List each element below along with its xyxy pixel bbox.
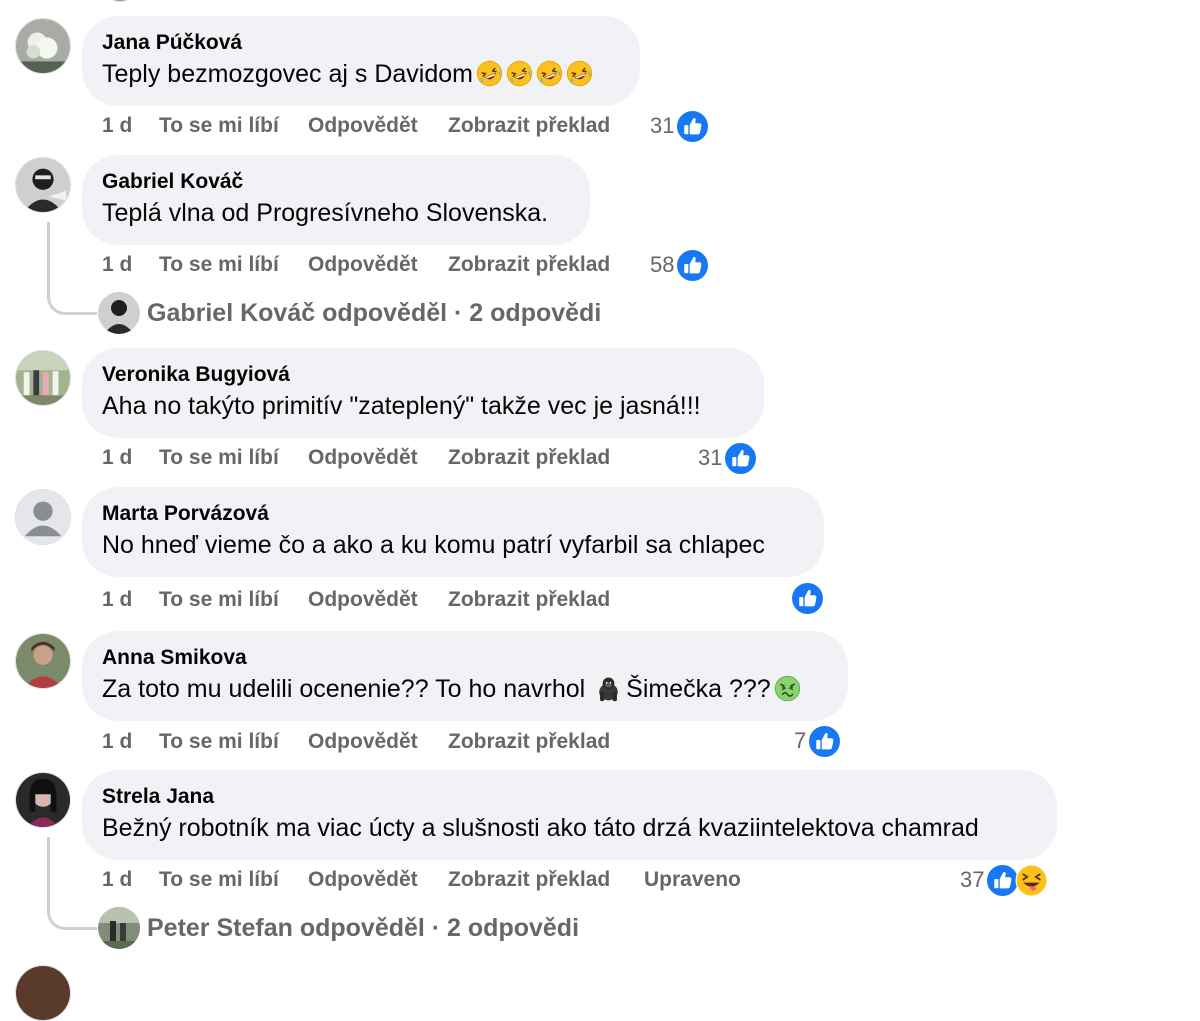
comment-text: Teplá vlna od Progresívneho Slovenska. xyxy=(102,199,549,227)
nauseated-face-emoji-icon xyxy=(774,675,801,702)
comment-timestamp[interactable]: 1 d xyxy=(102,727,132,757)
reply-button[interactable]: Odpovědět xyxy=(308,443,418,473)
like-button[interactable]: To se mi líbí xyxy=(159,250,279,280)
reaction-summary[interactable] xyxy=(789,581,824,615)
comment-timestamp[interactable]: 1 d xyxy=(102,443,132,473)
comment-author[interactable]: Marta Porvázová xyxy=(102,501,802,527)
avatar[interactable] xyxy=(15,772,71,828)
reply-button[interactable]: Odpovědět xyxy=(308,111,418,141)
reaction-count: 7 xyxy=(794,728,807,753)
avatar[interactable] xyxy=(15,965,71,1021)
avatar[interactable] xyxy=(100,0,140,2)
reaction-count: 58 xyxy=(650,252,675,277)
reply-author-avatar[interactable] xyxy=(98,907,140,949)
reply-button[interactable]: Odpovědět xyxy=(308,865,418,895)
view-replies-link[interactable]: Peter Stefan odpověděl · 2 odpovědi xyxy=(147,912,579,944)
reaction-summary[interactable]: 31 xyxy=(698,441,757,475)
avatar[interactable] xyxy=(15,633,71,689)
comment-timestamp[interactable]: 1 d xyxy=(102,250,132,280)
translate-button[interactable]: Zobrazit překlad xyxy=(448,111,610,141)
comment-text: Za toto mu udelili ocenenie?? To ho navr… xyxy=(102,671,826,707)
comment-author[interactable]: Gabriel Kováč xyxy=(102,169,568,195)
like-button[interactable]: To se mi líbí xyxy=(159,443,279,473)
like-icon xyxy=(676,249,709,282)
reply-button[interactable]: Odpovědět xyxy=(308,250,418,280)
like-button[interactable]: To se mi líbí xyxy=(159,111,279,141)
reply-thread-line xyxy=(47,837,97,930)
translate-button[interactable]: Zobrazit překlad xyxy=(448,585,610,615)
comment-bubble: Anna Smikova Za toto mu udelili ocenenie… xyxy=(82,631,848,721)
squinting-tongue-face-icon xyxy=(1015,864,1048,897)
reply-button[interactable]: Odpovědět xyxy=(308,585,418,615)
comment-author[interactable]: Strela Jana xyxy=(102,784,1035,810)
translate-button[interactable]: Zobrazit překlad xyxy=(448,443,610,473)
reply-button[interactable]: Odpovědět xyxy=(308,727,418,757)
comment-text-part: Za toto mu udelili ocenenie?? To ho navr… xyxy=(102,675,593,703)
comment-bubble: Marta Porvázová No hneď vieme čo a ako a… xyxy=(82,487,824,577)
view-replies-link[interactable]: Gabriel Kováč odpověděl · 2 odpovědi xyxy=(147,297,601,329)
reaction-summary[interactable]: 31 xyxy=(650,109,709,143)
comment-author[interactable]: Jana Púčková xyxy=(102,30,618,56)
comment-author[interactable]: Veronika Bugyiová xyxy=(102,362,742,388)
reaction-count: 31 xyxy=(698,445,723,470)
comment-text: Bežný robotník ma viac úcty a slušnosti … xyxy=(102,814,979,842)
comment-timestamp[interactable]: 1 d xyxy=(102,865,132,895)
comment-timestamp[interactable]: 1 d xyxy=(102,111,132,141)
like-icon xyxy=(791,582,824,615)
like-button[interactable]: To se mi líbí xyxy=(159,865,279,895)
comment-text: No hneď vieme čo a ako a ku komu patrí v… xyxy=(102,531,765,559)
comment-bubble: Veronika Bugyiová Aha no takýto primitív… xyxy=(82,348,764,438)
comment-text: Aha no takýto primitív "zateplený" takže… xyxy=(102,392,701,420)
avatar[interactable] xyxy=(15,18,71,74)
rolling-laughing-emoji-icon xyxy=(566,60,593,87)
reply-thread-line xyxy=(47,222,97,315)
avatar[interactable] xyxy=(15,157,71,213)
gorilla-emoji-icon xyxy=(595,675,622,702)
reaction-summary[interactable]: 37 xyxy=(960,863,1048,897)
reaction-count: 31 xyxy=(650,113,675,138)
comment-bubble: Jana Púčková Teply bezmozgovec aj s Davi… xyxy=(82,16,640,106)
like-icon xyxy=(808,725,841,758)
like-button[interactable]: To se mi líbí xyxy=(159,585,279,615)
avatar[interactable] xyxy=(15,489,71,545)
edited-label: Upraveno xyxy=(644,868,741,891)
reaction-count: 37 xyxy=(960,867,985,892)
reaction-summary[interactable]: 7 xyxy=(794,724,841,758)
reply-author-avatar[interactable] xyxy=(98,292,140,334)
comment-bubble: Gabriel Kováč Teplá vlna od Progresívneh… xyxy=(82,155,590,245)
like-icon xyxy=(724,442,757,475)
rolling-laughing-emoji-icon xyxy=(506,60,533,87)
reaction-summary[interactable]: 58 xyxy=(650,248,709,282)
like-icon xyxy=(676,110,709,143)
translate-button[interactable]: Zobrazit překlad xyxy=(448,727,610,757)
translate-button[interactable]: Zobrazit překlad xyxy=(448,250,610,280)
comment-text: Teply bezmozgovec aj s Davidom xyxy=(102,56,618,92)
rolling-laughing-emoji-icon xyxy=(476,60,503,87)
like-button[interactable]: To se mi líbí xyxy=(159,727,279,757)
rolling-laughing-emoji-icon xyxy=(536,60,563,87)
translate-button[interactable]: Zobrazit překlad xyxy=(448,865,610,895)
comment-text-body: Teply bezmozgovec aj s Davidom xyxy=(102,60,473,88)
comment-author[interactable]: Anna Smikova xyxy=(102,645,826,671)
comment-bubble: Strela Jana Bežný robotník ma viac úcty … xyxy=(82,770,1057,860)
comment-text-part: Šimečka ??? xyxy=(626,675,771,703)
comment-timestamp[interactable]: 1 d xyxy=(102,585,132,615)
avatar[interactable] xyxy=(15,350,71,406)
